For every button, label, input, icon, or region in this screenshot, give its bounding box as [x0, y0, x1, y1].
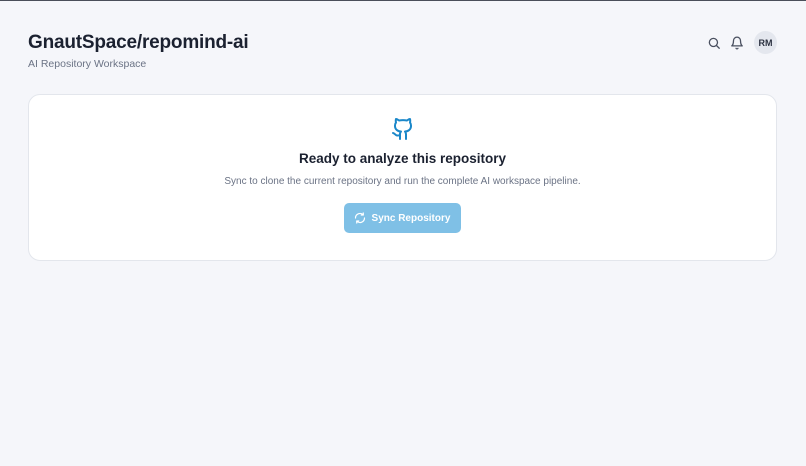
- page-subtitle: AI Repository Workspace: [28, 58, 147, 70]
- github-icon: [391, 117, 415, 141]
- avatar[interactable]: RM: [754, 31, 777, 54]
- page-title: GnautSpace/repomind-ai: [28, 32, 249, 53]
- empty-state-title: Ready to analyze this repository: [298, 151, 507, 166]
- header-actions: RM: [706, 31, 777, 54]
- search-button[interactable]: [706, 35, 721, 50]
- empty-state-description: Sync to clone the current repository and…: [224, 176, 581, 187]
- sync-repository-label: Sync Repository: [371, 212, 451, 224]
- notifications-button[interactable]: [729, 35, 744, 50]
- window-top-border: [0, 0, 806, 1]
- page-header: GnautSpace/repomind-ai AI Repository Wor…: [28, 32, 249, 71]
- search-icon: [708, 37, 720, 49]
- bell-icon: [730, 36, 743, 49]
- empty-state-card: Ready to analyze this repository Sync to…: [28, 94, 777, 261]
- refresh-icon: [354, 212, 365, 224]
- sync-repository-button[interactable]: Sync Repository: [343, 203, 462, 233]
